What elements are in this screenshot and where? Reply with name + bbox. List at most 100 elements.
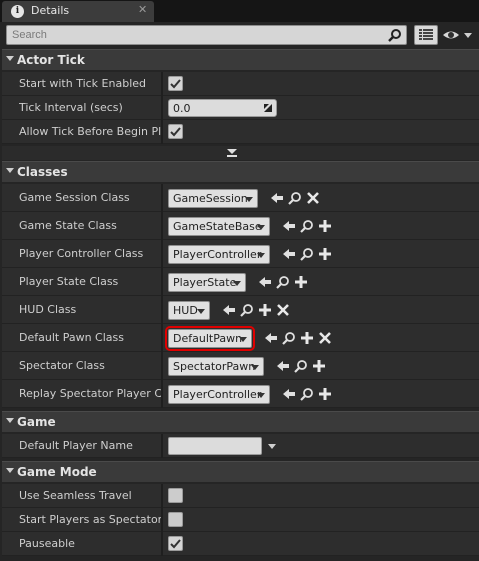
column-splitter[interactable]: [161, 184, 163, 212]
property-label: Pauseable: [19, 537, 75, 550]
advanced-expander[interactable]: [2, 146, 479, 160]
column-splitter[interactable]: [161, 380, 163, 408]
browse-icon[interactable]: [300, 247, 314, 261]
class-picker-combo[interactable]: PlayerState: [168, 273, 246, 292]
column-splitter[interactable]: [161, 352, 163, 380]
chevron-down-icon: [245, 197, 253, 202]
browse-icon[interactable]: [282, 331, 296, 345]
add-icon[interactable]: [258, 303, 272, 317]
tab-details[interactable]: i Details ✕: [2, 1, 154, 22]
pauseable-checkbox[interactable]: [168, 536, 183, 551]
property-label: Use Seamless Travel: [19, 489, 132, 502]
grid-list-icon: [419, 29, 433, 40]
property-label: Game State Class: [19, 219, 117, 232]
start-with-tick-checkbox[interactable]: [168, 76, 183, 91]
section-title: Actor Tick: [17, 53, 85, 67]
browse-icon[interactable]: [300, 219, 314, 233]
expand-arrow-icon: [227, 149, 237, 154]
column-splitter[interactable]: [161, 212, 163, 240]
class-picker-combo[interactable]: HUD: [168, 301, 210, 320]
column-splitter[interactable]: [161, 434, 163, 458]
visibility-options-icon[interactable]: [442, 27, 474, 43]
class-picker-combo[interactable]: SpectatorPawn: [168, 357, 264, 376]
column-splitter[interactable]: [161, 296, 163, 324]
column-splitter[interactable]: [161, 508, 163, 532]
property-label: Start Players as Spectators: [19, 513, 162, 526]
property-label: Allow Tick Before Begin Play: [19, 125, 162, 138]
add-icon[interactable]: [318, 247, 332, 261]
section-classes[interactable]: Classes: [2, 161, 479, 182]
chevron-down-icon[interactable]: [268, 444, 276, 449]
add-icon[interactable]: [300, 331, 314, 345]
browse-icon[interactable]: [288, 191, 302, 205]
section-actor-tick[interactable]: Actor Tick: [2, 49, 479, 70]
row-use-seamless-travel: Use Seamless Travel: [2, 484, 479, 508]
clear-icon[interactable]: [276, 303, 290, 317]
search-icon[interactable]: [388, 28, 402, 42]
clear-icon[interactable]: [318, 331, 332, 345]
section-game[interactable]: Game: [2, 411, 479, 432]
checkmark-icon: [170, 79, 181, 89]
row-start-with-tick: Start with Tick Enabled: [2, 72, 479, 96]
browse-icon[interactable]: [294, 359, 308, 373]
back-arrow-icon[interactable]: [282, 247, 296, 261]
back-arrow-icon[interactable]: [222, 303, 236, 317]
column-splitter[interactable]: [161, 96, 163, 120]
class-picker-combo[interactable]: PlayerController: [168, 245, 270, 264]
chevron-down-icon: [197, 309, 205, 314]
default-player-name-field[interactable]: [168, 437, 262, 455]
close-icon[interactable]: ✕: [138, 3, 147, 16]
property-matrix-button[interactable]: [414, 25, 438, 45]
class-picker-value: GameSession: [173, 192, 248, 205]
row-class-7: Replay Spectator Player Controller Class…: [2, 380, 479, 408]
section-game-mode[interactable]: Game Mode: [2, 461, 479, 482]
column-splitter[interactable]: [161, 120, 163, 144]
tab-label: Details: [31, 4, 70, 17]
add-icon[interactable]: [312, 359, 326, 373]
chevron-down-icon: [257, 253, 265, 258]
column-splitter[interactable]: [161, 240, 163, 268]
back-arrow-icon[interactable]: [258, 275, 272, 289]
class-picker-value: DefaultPawn: [173, 332, 243, 345]
property-label: Default Pawn Class: [19, 331, 124, 344]
class-picker-combo[interactable]: GameSession: [168, 189, 258, 208]
search-box[interactable]: [6, 25, 407, 45]
search-input[interactable]: [7, 26, 387, 44]
column-splitter[interactable]: [161, 532, 163, 556]
use-seamless-travel-checkbox[interactable]: [168, 488, 183, 503]
start-as-spectators-checkbox[interactable]: [168, 512, 183, 527]
add-icon[interactable]: [318, 387, 332, 401]
allow-tick-checkbox[interactable]: [168, 124, 183, 139]
collapse-arrow-icon: [6, 468, 14, 473]
tick-interval-field[interactable]: 0.0: [168, 99, 277, 117]
column-splitter[interactable]: [161, 484, 163, 508]
back-arrow-icon[interactable]: [282, 219, 296, 233]
add-icon[interactable]: [294, 275, 308, 289]
tick-interval-value: 0.0: [173, 102, 191, 115]
back-arrow-icon[interactable]: [276, 359, 290, 373]
class-picker-combo[interactable]: DefaultPawn: [165, 326, 255, 351]
column-splitter[interactable]: [161, 72, 163, 96]
info-icon: i: [11, 5, 24, 18]
class-picker-value: HUD: [173, 304, 198, 317]
column-splitter[interactable]: [161, 324, 163, 352]
back-arrow-icon[interactable]: [270, 191, 284, 205]
class-picker-combo[interactable]: PlayerController: [168, 385, 270, 404]
class-picker-combo[interactable]: GameStateBase: [168, 217, 270, 236]
back-arrow-icon[interactable]: [264, 331, 278, 345]
column-splitter[interactable]: [161, 268, 163, 296]
back-arrow-icon[interactable]: [282, 387, 296, 401]
add-icon[interactable]: [318, 219, 332, 233]
browse-icon[interactable]: [276, 275, 290, 289]
section-title: Game: [17, 415, 56, 429]
collapse-arrow-icon: [6, 168, 14, 173]
browse-icon[interactable]: [240, 303, 254, 317]
clear-icon[interactable]: [306, 191, 320, 205]
chevron-down-icon: [239, 337, 247, 342]
default-player-name-input[interactable]: [169, 438, 261, 454]
property-label: Player Controller Class: [19, 247, 144, 260]
property-label: Player State Class: [19, 275, 119, 288]
browse-icon[interactable]: [300, 387, 314, 401]
chevron-down-icon: [257, 225, 265, 230]
row-class-6: Spectator Class SpectatorPawn: [2, 352, 479, 380]
